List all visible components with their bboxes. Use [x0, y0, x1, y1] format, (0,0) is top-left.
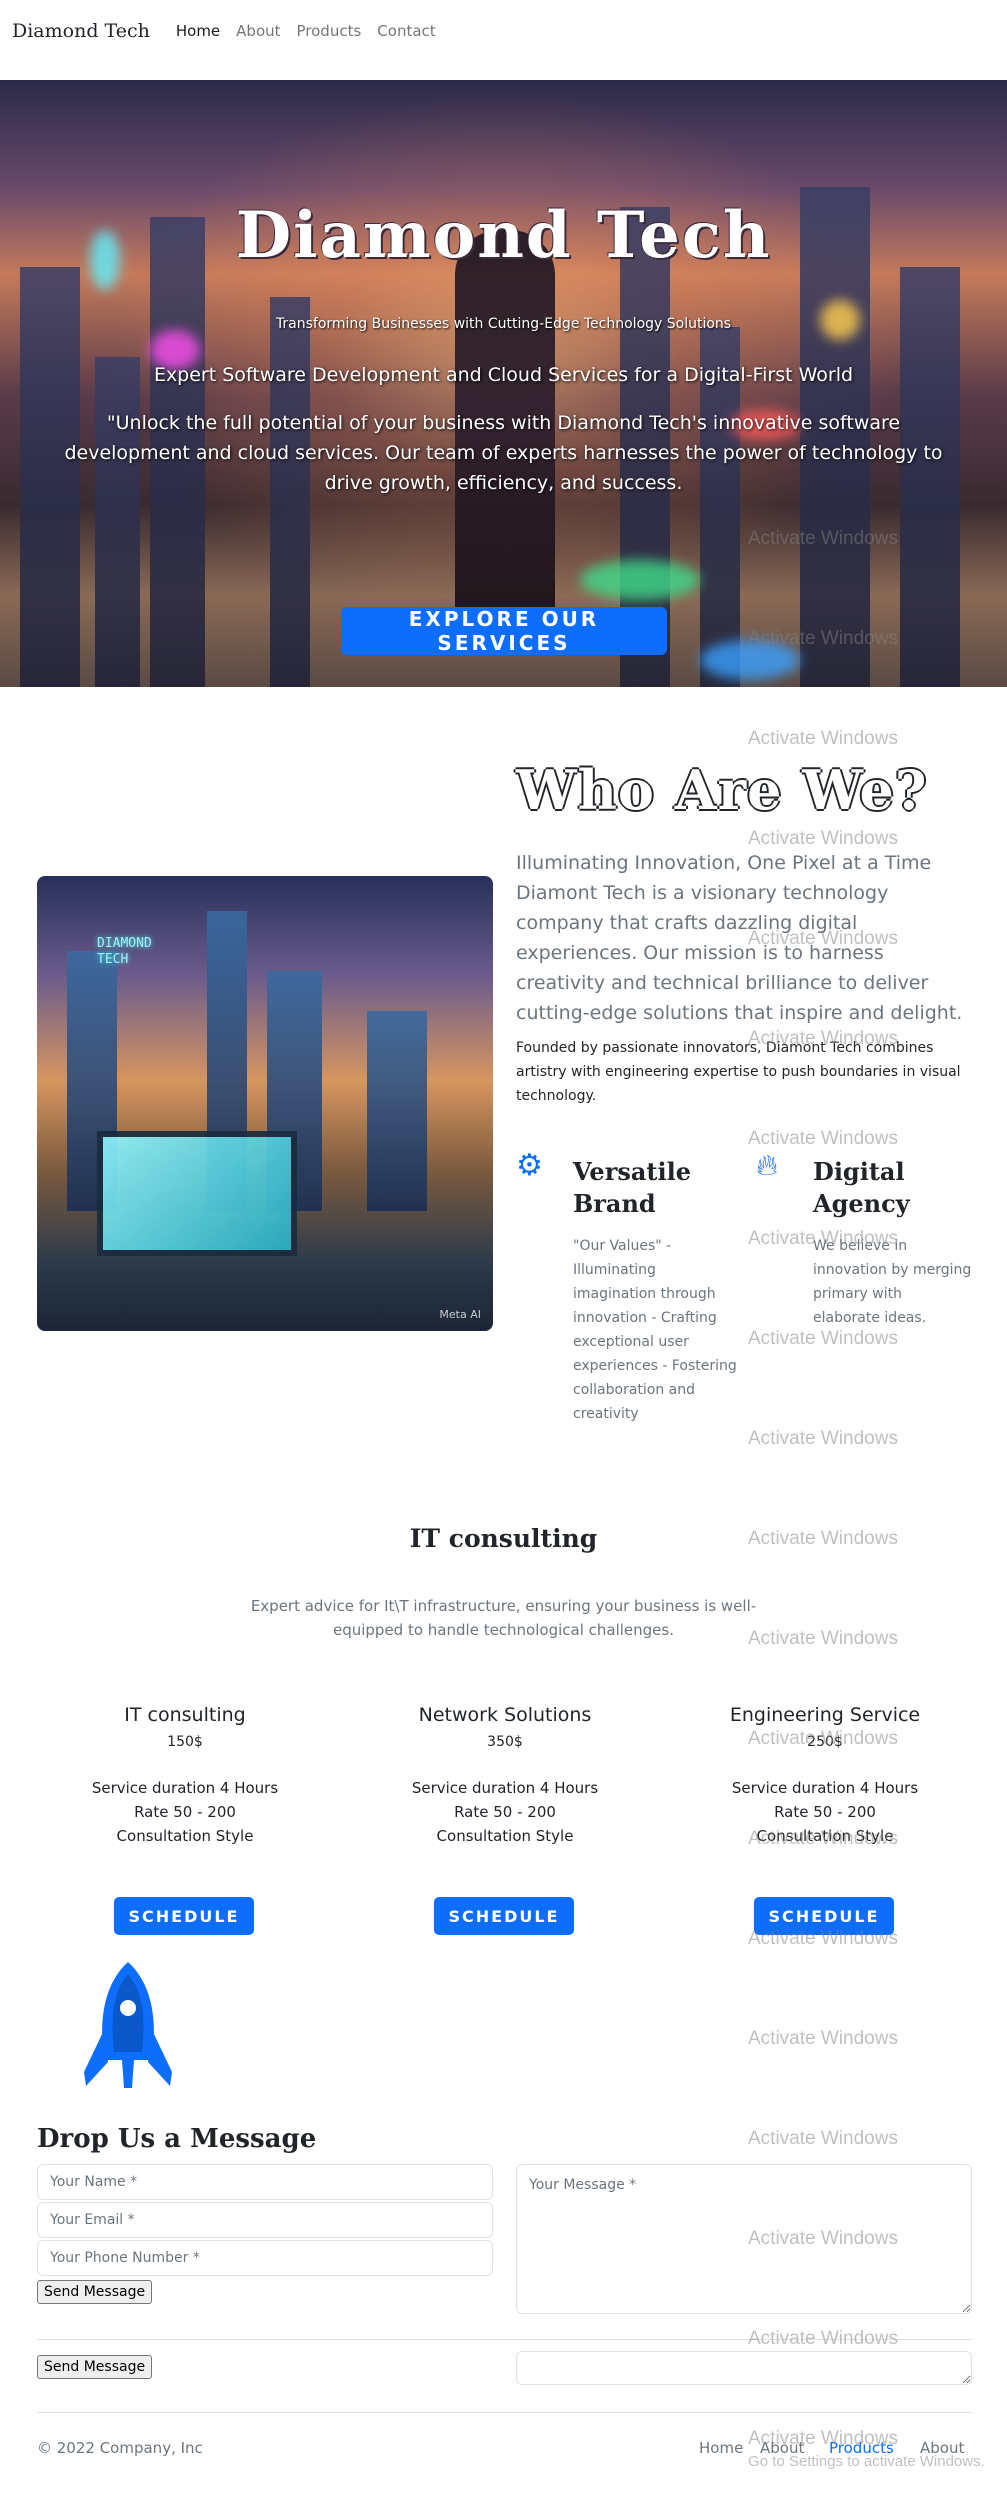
image-monitor [97, 1131, 297, 1256]
service-name: IT consulting [124, 1704, 246, 1726]
hero-subtitle: Transforming Businesses with Cutting-Edg… [275, 316, 732, 332]
watermark-text: Activate Windows [748, 2028, 898, 2049]
message-field-secondary[interactable] [516, 2351, 972, 2385]
service-item: Consultation Style [116, 1827, 254, 1845]
feature-title: Versatile Brand [573, 1157, 691, 1218]
navbar: Diamond Tech Home About Products Contact [0, 0, 1007, 62]
services-description: Expert advice for It\T infrastructure, e… [250, 1597, 757, 1639]
nav-link-home[interactable]: Home [176, 22, 220, 40]
hero-title: Diamond Tech [235, 198, 772, 273]
send-message-button[interactable]: Send Message [37, 2280, 153, 2304]
service-name: Network Solutions [418, 1704, 592, 1726]
watermark-text: Activate Windows [748, 2328, 898, 2349]
service-item: Consultation Style [436, 1827, 574, 1845]
watermark-text: Activate Windows [748, 2228, 898, 2249]
name-field[interactable] [37, 2164, 493, 2200]
divider [37, 2412, 972, 2413]
footer-link-home[interactable]: Home [699, 2439, 743, 2457]
watermark-text: Activate Windows [748, 1028, 898, 1049]
watermark-text: Activate Windows [748, 1628, 898, 1649]
about-text: Founded by passionate innovators, Diamon… [516, 1040, 961, 1104]
fire-icon: 🔥︎ [756, 1148, 779, 1183]
watermark-text: Activate Windows [748, 1428, 898, 1449]
watermark-text: Activate Windows [748, 728, 898, 749]
about-image: DIAMOND TECH Meta AI [37, 876, 493, 1331]
watermark-text: Activate Windows [748, 1828, 898, 1849]
service-price: 350$ [487, 1734, 523, 1750]
phone-field[interactable] [37, 2240, 493, 2276]
feature-text: "Our Values" - Illuminating imagination … [573, 1238, 737, 1422]
hero-neon-light [580, 560, 700, 600]
footer-copyright: © 2022 Company, Inc [37, 2439, 203, 2457]
gear-icon: ⚙ [516, 1148, 543, 1183]
service-price: 150$ [167, 1734, 203, 1750]
about-lead: Illuminating Innovation, One Pixel at a … [516, 852, 963, 1024]
about-title: Who Are We? [516, 758, 928, 822]
nav-link-about[interactable]: About [236, 22, 280, 40]
feature-title: Digital Agency [813, 1157, 910, 1218]
watermark-text: Activate Windows [748, 1328, 898, 1349]
schedule-button[interactable]: SCHEDULE [434, 1897, 574, 1935]
schedule-button[interactable]: SCHEDULE [114, 1897, 254, 1935]
watermark-text: Activate Windows [748, 928, 898, 949]
watermark-text: Activate Windows [748, 628, 898, 649]
service-item: Service duration 4 Hours [91, 1779, 279, 1797]
explore-services-button[interactable]: EXPLORE OUR SERVICES [341, 607, 667, 655]
image-caption: Meta AI [439, 1308, 481, 1321]
image-building [367, 1011, 427, 1211]
watermark-text: Activate Windows [748, 1528, 898, 1549]
image-sign: DIAMOND TECH [97, 936, 152, 967]
nav-link-products[interactable]: Products [297, 22, 362, 40]
service-item: Rate 50 - 200 [134, 1803, 236, 1821]
watermark-text: Activate Windows [748, 1928, 898, 1949]
watermark-subtext: Go to Settings to activate Windows. [748, 2453, 985, 2470]
rocket-icon [84, 1962, 172, 2088]
nav-link-contact[interactable]: Contact [377, 22, 435, 40]
watermark-text: Activate Windows [748, 1128, 898, 1149]
service-card: Network Solutions 350$ Service duration … [345, 1704, 665, 1848]
hero-lead: Expert Software Development and Cloud Se… [153, 364, 854, 386]
service-item: Service duration 4 Hours [731, 1779, 919, 1797]
watermark-text: Activate Windows [748, 1728, 898, 1749]
service-card: Engineering Service 250$ Service duratio… [665, 1704, 985, 1848]
watermark-text: Activate Windows [748, 2128, 898, 2149]
hero-section: Diamond Tech Transforming Businesses wit… [0, 80, 1007, 687]
service-item: Rate 50 - 200 [454, 1803, 556, 1821]
watermark-text: Activate Windows [748, 828, 898, 849]
service-card: IT consulting 150$ Service duration 4 Ho… [25, 1704, 345, 1848]
watermark-text: Activate Windows [748, 2428, 898, 2449]
watermark-text: Activate Windows [748, 528, 898, 549]
service-item: Service duration 4 Hours [411, 1779, 599, 1797]
watermark-text: Activate Windows [748, 1228, 898, 1249]
send-message-button-secondary[interactable]: Send Message [37, 2355, 153, 2379]
hero-text: "Unlock the full potential of your busin… [64, 412, 943, 494]
message-field[interactable] [516, 2164, 972, 2314]
contact-title: Drop Us a Message [37, 2124, 317, 2154]
brand-logo[interactable]: Diamond Tech [12, 20, 150, 42]
hero-bg-building [95, 357, 140, 687]
email-field[interactable] [37, 2202, 493, 2238]
service-item: Rate 50 - 200 [774, 1803, 876, 1821]
